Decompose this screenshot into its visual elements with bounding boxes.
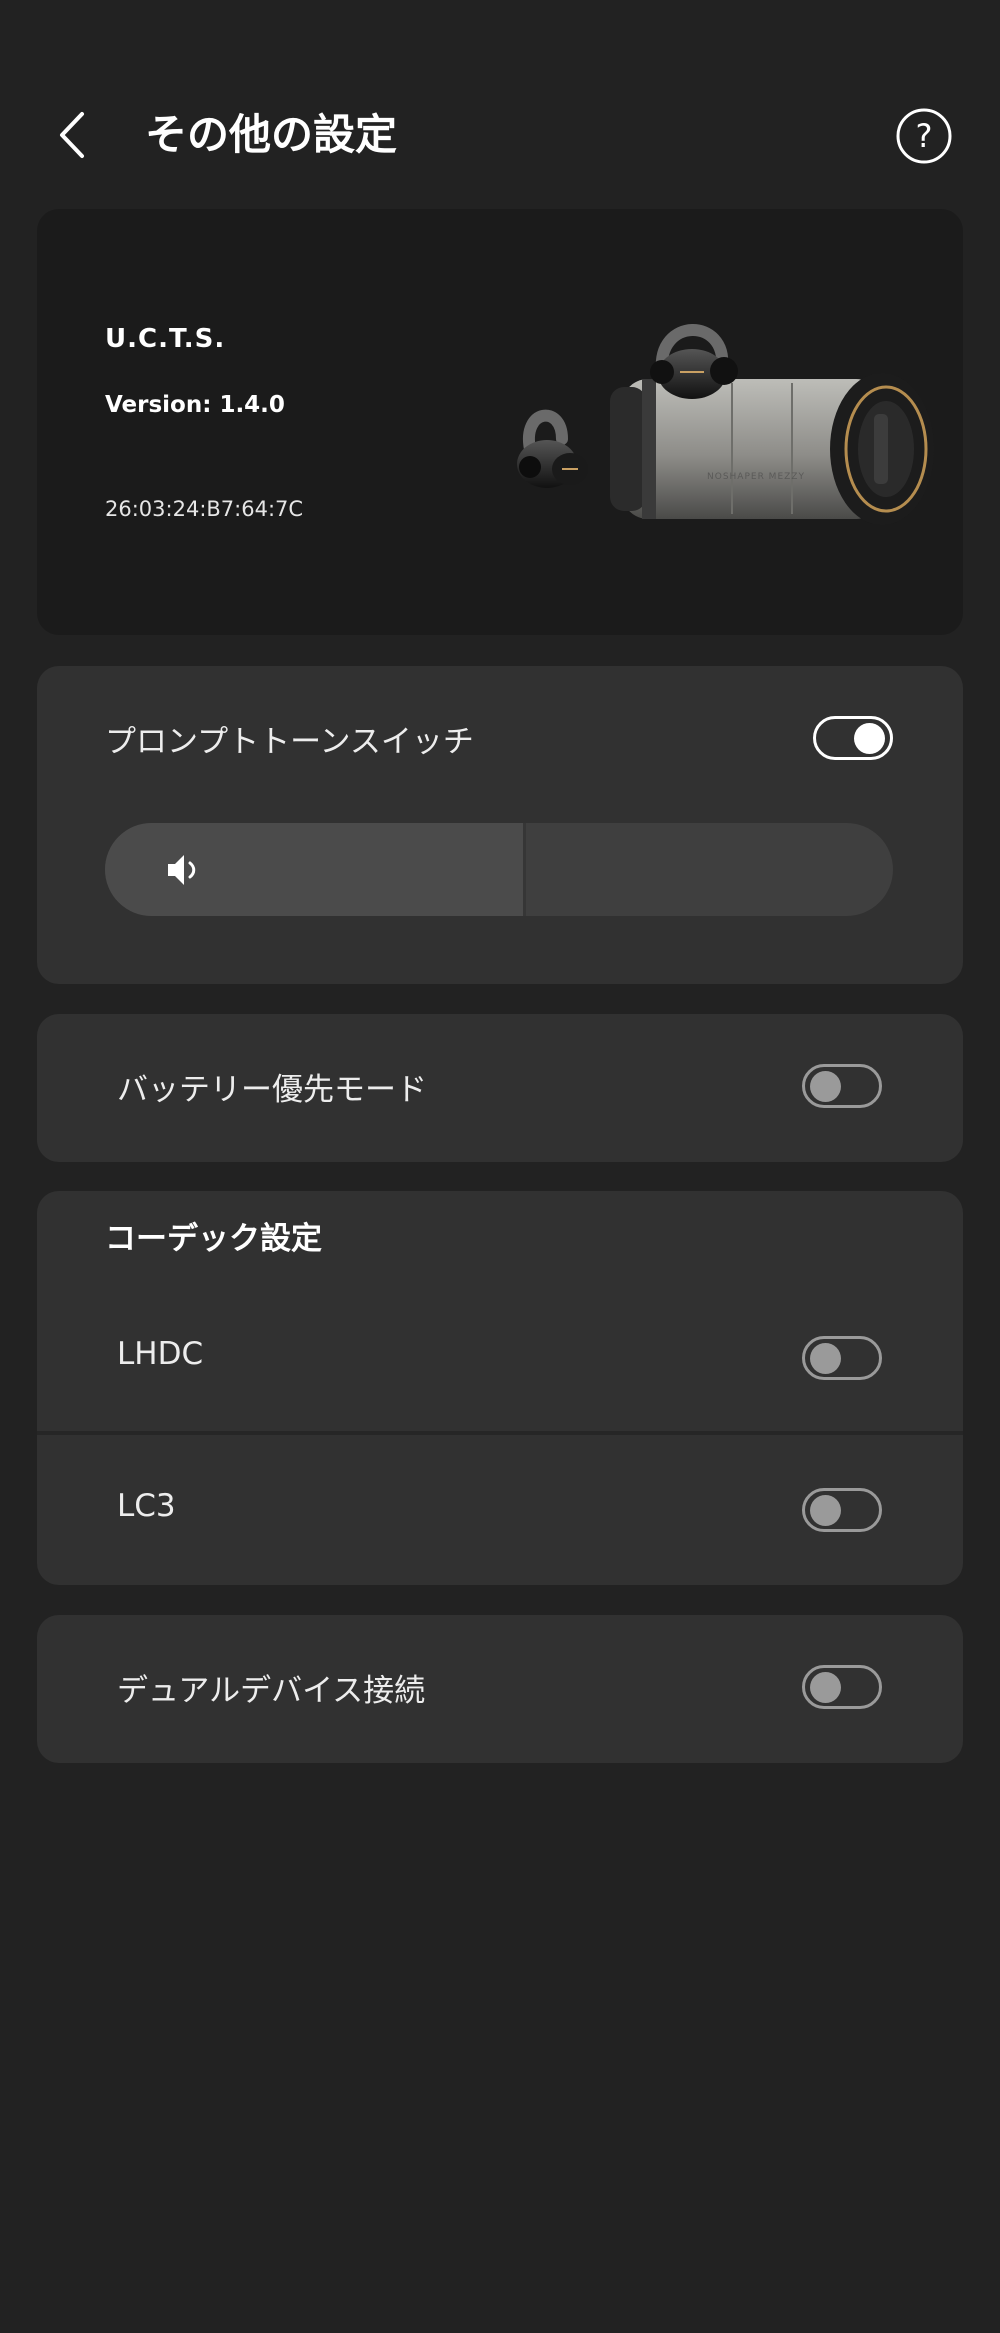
question-circle-icon: ? (896, 108, 952, 164)
device-name: U.C.T.S. (105, 324, 226, 354)
svg-text:?: ? (916, 117, 933, 155)
app-header: その他の設定 ? (0, 90, 1000, 180)
toggle-knob (810, 1071, 841, 1102)
device-info-card: U.C.T.S. Version: 1.4.0 26:03:24:B7:64:7… (37, 209, 963, 635)
codec-lhdc-toggle[interactable] (802, 1336, 882, 1380)
divider (37, 1431, 963, 1435)
slider-handle[interactable] (523, 823, 526, 916)
device-mac-address: 26:03:24:B7:64:7C (105, 497, 304, 521)
toggle-knob (810, 1343, 841, 1374)
help-button[interactable]: ? (896, 108, 952, 164)
product-image: NOSHAPER MEZZY (492, 309, 962, 549)
chevron-left-icon (60, 112, 84, 158)
toggle-knob (854, 723, 885, 754)
codec-lc3-toggle[interactable] (802, 1488, 882, 1532)
dual-device-card: デュアルデバイス接続 (37, 1615, 963, 1763)
dual-device-label: デュアルデバイス接続 (117, 1673, 426, 1709)
firmware-version: Version: 1.4.0 (105, 392, 285, 418)
codec-lc3-label: LC3 (117, 1488, 176, 1524)
toggle-knob (810, 1672, 841, 1703)
codec-settings-card: コーデック設定 LHDC LC3 (37, 1191, 963, 1585)
svg-text:NOSHAPER MEZZY: NOSHAPER MEZZY (707, 472, 805, 482)
codec-settings-title: コーデック設定 (105, 1221, 322, 1257)
battery-priority-label: バッテリー優先モード (117, 1072, 427, 1108)
battery-priority-toggle[interactable] (802, 1064, 882, 1108)
prompt-tone-toggle[interactable] (813, 716, 893, 760)
prompt-volume-slider[interactable] (105, 823, 893, 916)
toggle-knob (810, 1495, 841, 1526)
prompt-tone-card: プロンプトトーンスイッチ (37, 666, 963, 984)
prompt-tone-label: プロンプトトーンスイッチ (105, 724, 474, 760)
back-button[interactable] (50, 110, 96, 160)
speaker-icon (168, 855, 196, 885)
dual-device-toggle[interactable] (802, 1665, 882, 1709)
battery-priority-card: バッテリー優先モード (37, 1014, 963, 1162)
codec-lhdc-label: LHDC (117, 1336, 204, 1372)
page-title: その他の設定 (145, 110, 398, 159)
